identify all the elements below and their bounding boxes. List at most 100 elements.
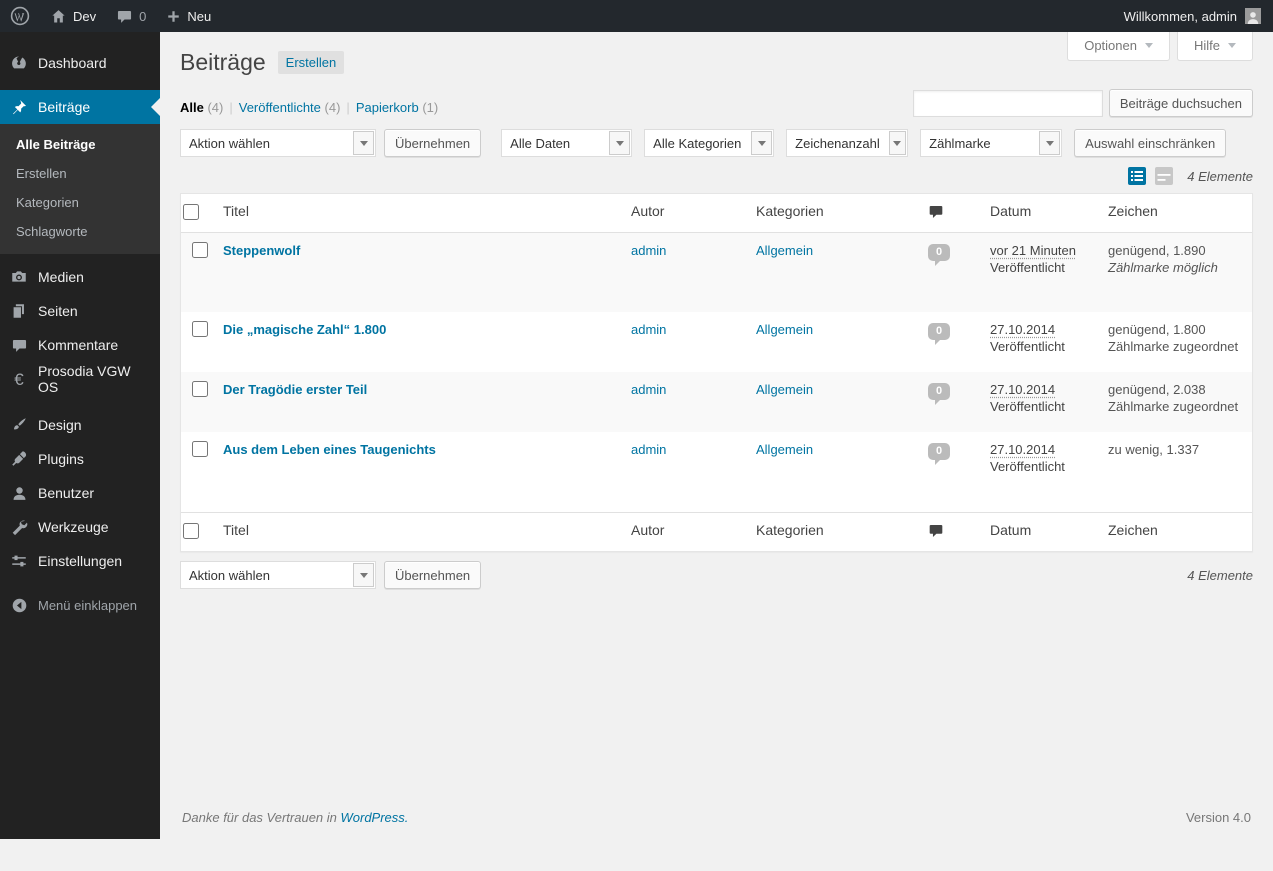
- category-link[interactable]: Allgemein: [756, 322, 813, 337]
- account-menu[interactable]: Willkommen, admin: [1112, 0, 1273, 32]
- post-title-link[interactable]: Steppenwolf: [223, 243, 300, 258]
- home-icon: [50, 8, 67, 25]
- help-toggle[interactable]: Hilfe: [1177, 32, 1253, 61]
- sidebar-item-comments[interactable]: Kommentare: [0, 328, 160, 362]
- post-title-link[interactable]: Aus dem Leben eines Taugenichts: [223, 442, 436, 457]
- post-title-link[interactable]: Die „magische Zahl“ 1.800: [223, 322, 386, 337]
- category-link[interactable]: Allgemein: [756, 243, 813, 258]
- column-author: Autor: [629, 194, 754, 228]
- category-link[interactable]: Allgemein: [756, 382, 813, 397]
- sidebar-item-plugins[interactable]: Plugins: [0, 442, 160, 476]
- sidebar-label-posts: Beiträge: [38, 99, 90, 115]
- help-label: Hilfe: [1194, 38, 1220, 53]
- submenu-all-posts[interactable]: Alle Beiträge: [0, 130, 160, 159]
- select-all-checkbox-bottom[interactable]: [183, 523, 199, 539]
- new-content-menu[interactable]: Neu: [156, 0, 221, 32]
- sidebar-label-plugins: Plugins: [38, 451, 84, 467]
- post-date: vor 21 Minuten: [990, 243, 1076, 258]
- char-count: zu wenig, 1.337: [1108, 442, 1242, 457]
- category-link[interactable]: Allgemein: [756, 442, 813, 457]
- wordpress-logo-icon: [10, 6, 30, 26]
- sidebar-label-settings: Einstellungen: [38, 553, 122, 569]
- view-trash-count: (1): [422, 100, 438, 115]
- row-checkbox[interactable]: [192, 441, 208, 457]
- excerpt-view-icon[interactable]: [1154, 166, 1174, 186]
- footer-thanks: Danke für das Vertrauen in WordPress.: [182, 810, 408, 825]
- view-published-link[interactable]: Veröffentlichte (4): [239, 100, 341, 115]
- collapse-menu-button[interactable]: Menü einklappen: [0, 588, 160, 622]
- submenu-tags[interactable]: Schlagworte: [0, 217, 160, 246]
- comment-count-bubble[interactable]: 0: [928, 443, 950, 460]
- add-new-button[interactable]: Erstellen: [278, 51, 345, 74]
- view-published-label: Veröffentlichte: [239, 100, 321, 115]
- select-all-checkbox[interactable]: [183, 204, 199, 220]
- author-link[interactable]: admin: [631, 382, 666, 397]
- counter-filter-select[interactable]: Zählmarke: [920, 129, 1062, 157]
- view-published-count: (4): [325, 100, 341, 115]
- post-status: Veröffentlicht: [990, 339, 1096, 354]
- column-chars: Zeichen: [1106, 194, 1252, 228]
- sidebar-item-users[interactable]: Benutzer: [0, 476, 160, 510]
- view-all-link[interactable]: Alle (4): [180, 100, 223, 115]
- search-box: Beiträge duchsuchen: [913, 89, 1253, 117]
- counter-filter-value: Zählmarke: [921, 130, 1038, 156]
- author-link[interactable]: admin: [631, 322, 666, 337]
- wordpress-link[interactable]: WordPress.: [341, 810, 409, 825]
- site-menu[interactable]: Dev: [40, 0, 106, 32]
- row-checkbox[interactable]: [192, 242, 208, 258]
- comment-count-bubble[interactable]: 0: [928, 244, 950, 261]
- list-view-icon[interactable]: [1127, 166, 1147, 186]
- item-count-bottom: 4 Elemente: [1187, 568, 1253, 583]
- sidebar-item-pages[interactable]: Seiten: [0, 294, 160, 328]
- bulk-action-select-bottom[interactable]: Aktion wählen: [180, 561, 376, 589]
- submenu-categories[interactable]: Kategorien: [0, 188, 160, 217]
- bulk-action-select[interactable]: Aktion wählen: [180, 129, 376, 157]
- settings-sliders-icon: [9, 552, 29, 570]
- pin-icon: [9, 98, 29, 116]
- bottom-tablenav: Aktion wählen Übernehmen 4 Elemente: [160, 552, 1273, 598]
- row-checkbox[interactable]: [192, 321, 208, 337]
- category-filter-select[interactable]: Alle Kategorien: [644, 129, 774, 157]
- collapse-menu-label: Menü einklappen: [38, 598, 137, 613]
- comment-bubble-icon: [116, 8, 133, 25]
- sidebar-item-prosodia[interactable]: € Prosodia VGW OS: [0, 362, 160, 396]
- user-icon: [9, 485, 29, 502]
- sidebar-item-dashboard[interactable]: Dashboard: [0, 46, 160, 80]
- wordpress-logo-menu[interactable]: [0, 0, 40, 32]
- sidebar-item-settings[interactable]: Einstellungen: [0, 544, 160, 578]
- apply-bulk-button-bottom[interactable]: Übernehmen: [384, 561, 481, 589]
- sidebar-item-media[interactable]: Medien: [0, 260, 160, 294]
- row-checkbox[interactable]: [192, 381, 208, 397]
- footer-version: Version 4.0: [1186, 810, 1251, 825]
- media-icon: [9, 268, 29, 286]
- view-trash-link[interactable]: Papierkorb (1): [356, 100, 438, 115]
- main-content: Optionen Hilfe Beiträge Erstellen Alle (…: [160, 32, 1273, 839]
- post-title-link[interactable]: Der Tragödie erster Teil: [223, 382, 367, 397]
- sidebar-label-users: Benutzer: [38, 485, 94, 501]
- filter-apply-button[interactable]: Auswahl einschränken: [1074, 129, 1226, 157]
- column-title: Titel: [221, 194, 629, 228]
- author-link[interactable]: admin: [631, 243, 666, 258]
- table-header-row: Titel Autor Kategorien Datum Zeichen: [181, 194, 1252, 233]
- author-link[interactable]: admin: [631, 442, 666, 457]
- date-filter-value: Alle Daten: [502, 130, 608, 156]
- sidebar-item-design[interactable]: Design: [0, 408, 160, 442]
- column-comments-icon: [926, 195, 988, 229]
- sidebar-item-tools[interactable]: Werkzeuge: [0, 510, 160, 544]
- search-input[interactable]: [913, 90, 1103, 117]
- date-filter-select[interactable]: Alle Daten: [501, 129, 632, 157]
- bulk-action-value: Aktion wählen: [181, 130, 352, 156]
- column-title: Titel: [221, 513, 629, 547]
- apply-bulk-button[interactable]: Übernehmen: [384, 129, 481, 157]
- comment-count-bubble[interactable]: 0: [928, 383, 950, 400]
- comment-count-bubble[interactable]: 0: [928, 323, 950, 340]
- options-toggle[interactable]: Optionen: [1067, 32, 1170, 61]
- column-categories: Kategorien: [754, 194, 926, 228]
- column-comments-icon: [926, 514, 988, 548]
- sidebar-item-posts[interactable]: Beiträge: [0, 90, 160, 124]
- submenu-new-post[interactable]: Erstellen: [0, 159, 160, 188]
- char-count-filter-select[interactable]: Zeichenanzahl: [786, 129, 908, 157]
- search-posts-button[interactable]: Beiträge duchsuchen: [1109, 89, 1253, 117]
- comments-menu[interactable]: 0: [106, 0, 156, 32]
- top-tablenav: Aktion wählen Übernehmen Alle Daten Alle…: [160, 121, 1273, 157]
